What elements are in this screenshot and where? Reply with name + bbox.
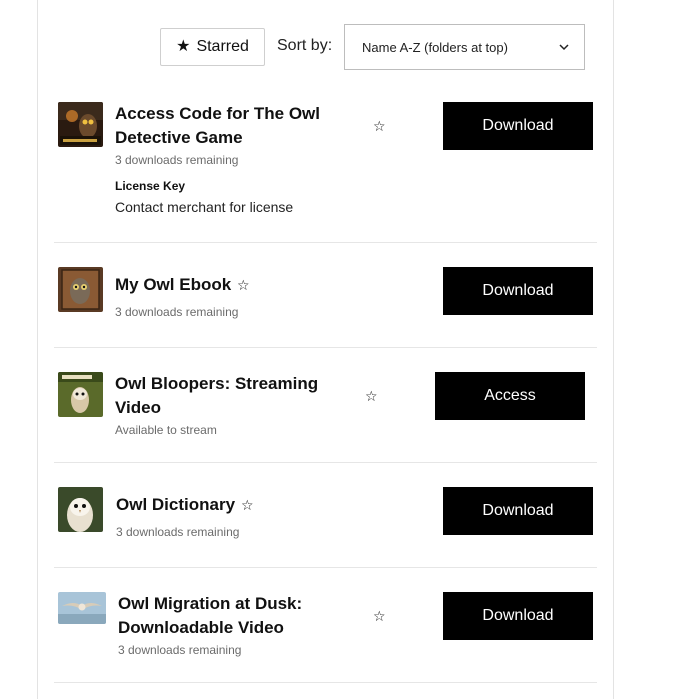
favorite-star-icon[interactable]: ☆ (365, 389, 378, 403)
item-status: 3 downloads remaining (115, 153, 239, 167)
divider (54, 347, 597, 348)
item-title-line2[interactable]: Video (115, 396, 161, 420)
item-status: 3 downloads remaining (115, 305, 239, 319)
favorite-star-icon[interactable]: ☆ (373, 609, 386, 623)
favorite-star-icon[interactable]: ☆ (241, 498, 254, 512)
star-icon: ★ (176, 38, 191, 55)
starred-filter-button[interactable]: ★ Starred (160, 28, 265, 66)
divider (54, 682, 597, 683)
owl-detective-game-thumbnail-icon[interactable] (58, 102, 103, 147)
item-title-line1[interactable]: Owl Migration at Dusk: (118, 592, 302, 616)
item-status: 3 downloads remaining (118, 643, 242, 657)
owl-bloopers-thumbnail-icon[interactable] (58, 372, 103, 417)
item-title-line2[interactable]: Downloadable Video (118, 616, 284, 640)
chevron-down-icon (559, 44, 569, 51)
owl-migration-thumbnail-icon[interactable] (58, 592, 106, 624)
divider (54, 462, 597, 463)
favorite-star-icon[interactable]: ☆ (373, 119, 386, 133)
download-button[interactable]: Download (443, 592, 593, 640)
item-title[interactable]: My Owl Ebook (115, 273, 231, 297)
divider (54, 242, 597, 243)
download-button[interactable]: Download (443, 102, 593, 150)
license-key-value: Contact merchant for license (115, 199, 294, 215)
favorite-star-icon[interactable]: ☆ (237, 278, 250, 292)
owl-ebook-thumbnail-icon[interactable] (58, 267, 103, 312)
item-title[interactable]: Owl Dictionary (116, 493, 235, 517)
owl-dictionary-thumbnail-icon[interactable] (58, 487, 103, 532)
item-title-line1[interactable]: Access Code for The Owl (115, 102, 320, 126)
access-button[interactable]: Access (435, 372, 585, 420)
item-title-line1[interactable]: Owl Bloopers: Streaming (115, 372, 318, 396)
item-status: Available to stream (115, 423, 217, 437)
download-button[interactable]: Download (443, 487, 593, 535)
sort-select[interactable]: Name A-Z (folders at top) (344, 24, 585, 70)
download-button[interactable]: Download (443, 267, 593, 315)
item-status: 3 downloads remaining (116, 525, 240, 539)
sort-label: Sort by: (277, 37, 333, 54)
sort-value: Name A-Z (folders at top) (362, 39, 508, 55)
item-title-line2[interactable]: Detective Game (115, 126, 243, 150)
starred-label: Starred (196, 38, 249, 55)
license-key-label: License Key (115, 179, 186, 193)
divider (54, 567, 597, 568)
